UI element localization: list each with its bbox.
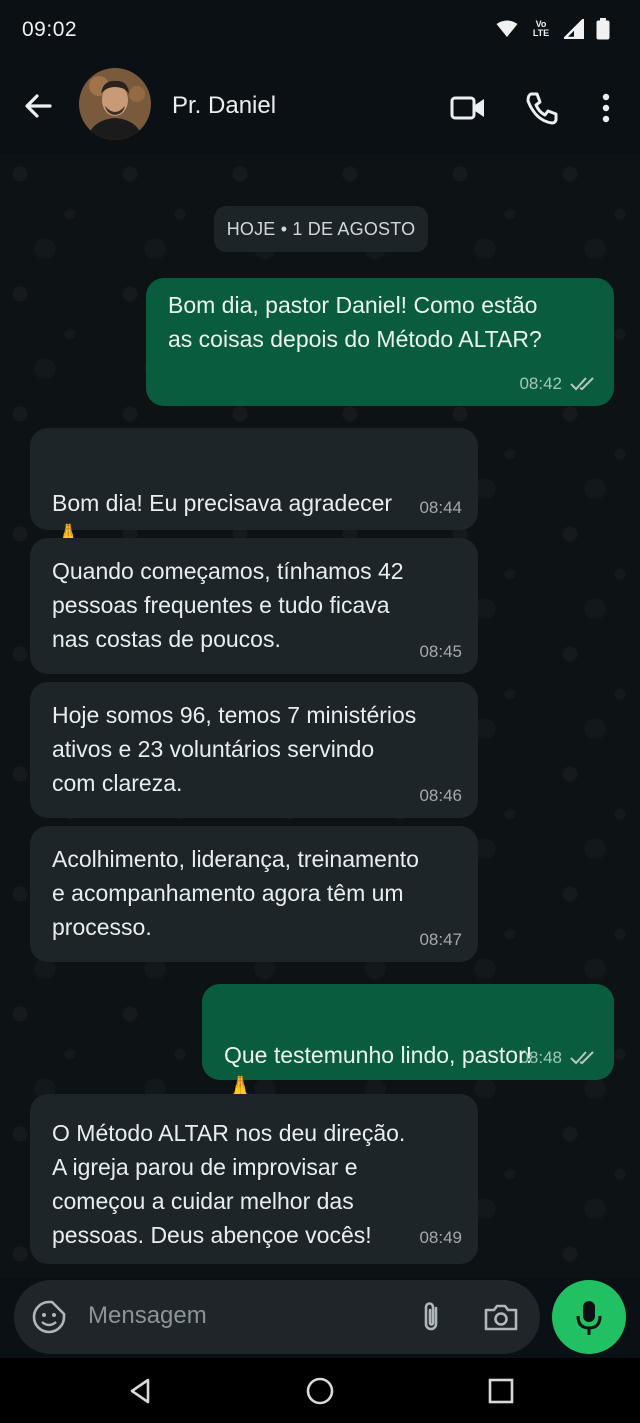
network-label: Vo LTE [532, 19, 550, 38]
sticker-icon[interactable] [30, 1298, 68, 1336]
message-meta: 08:44 [419, 498, 462, 518]
message-meta: 08:48 [519, 1048, 598, 1068]
message-bubble-outgoing[interactable]: Que testemunho lindo, pastor! 🙏 08:48 [202, 984, 614, 1104]
back-arrow-icon[interactable] [20, 88, 56, 124]
message-text: Bom dia! Eu precisava agradecer [52, 490, 393, 516]
message-meta: 08:47 [419, 930, 462, 950]
message-text: Que testemunho lindo, pastor! [224, 1042, 533, 1068]
wifi-icon [496, 20, 518, 37]
double-check-icon [570, 377, 594, 391]
message-time: 08:46 [419, 786, 462, 805]
avatar[interactable] [79, 68, 151, 140]
message-text: Bom dia, pastor Daniel! Como estão as co… [168, 292, 542, 352]
message-time: 08:47 [419, 930, 462, 949]
message-bubble-outgoing[interactable]: Bom dia, pastor Daniel! Como estão as co… [146, 278, 614, 406]
nav-recents-icon[interactable] [486, 1376, 516, 1406]
message-composer: Mensagem [14, 1280, 540, 1354]
message-meta: 08:45 [419, 642, 462, 662]
video-call-icon[interactable] [448, 88, 488, 128]
message-bubble-incoming[interactable]: Bom dia! Eu precisava agradecer 🙏 08:44 [30, 428, 478, 552]
message-text: O Método ALTAR nos deu direção. A igreja… [52, 1120, 406, 1248]
signal-icon [564, 19, 584, 39]
system-nav-bar [0, 1358, 640, 1423]
message-meta: 08:46 [419, 786, 462, 806]
paperclip-icon[interactable] [412, 1298, 450, 1336]
more-vert-icon[interactable] [586, 88, 626, 128]
chat-header: Pr. Daniel [0, 62, 640, 154]
date-divider: HOJE • 1 DE AGOSTO [214, 206, 428, 252]
status-time: 09:02 [22, 18, 78, 41]
message-bubble-incoming[interactable]: O Método ALTAR nos deu direção. A igreja… [30, 1094, 478, 1264]
message-text: Quando começamos, tínhamos 42 pessoas fr… [52, 558, 404, 652]
status-icons: Vo LTE [496, 18, 610, 40]
mic-button[interactable] [552, 1280, 626, 1354]
camera-icon[interactable] [482, 1298, 520, 1336]
message-bubble-incoming[interactable]: Hoje somos 96, temos 7 ministérios ativo… [30, 682, 478, 818]
message-meta: 08:42 [519, 374, 598, 394]
nav-home-icon[interactable] [305, 1376, 335, 1406]
message-input[interactable]: Mensagem [88, 1302, 207, 1330]
message-text: Hoje somos 96, temos 7 ministérios ativo… [52, 702, 417, 796]
message-time: 08:48 [519, 1048, 562, 1067]
status-bar: 09:02 Vo LTE [0, 0, 640, 62]
message-meta: 08:49 [419, 1228, 462, 1248]
message-text: Acolhimento, liderança, treinamento e ac… [52, 846, 419, 940]
message-time: 08:45 [419, 642, 462, 661]
message-time: 08:49 [419, 1228, 462, 1247]
message-bubble-incoming[interactable]: Acolhimento, liderança, treinamento e ac… [30, 826, 478, 962]
nav-back-icon[interactable] [126, 1376, 156, 1406]
double-check-icon [570, 1051, 594, 1065]
mic-icon [576, 1301, 602, 1335]
volte-lte-icon: Vo LTE [530, 20, 552, 38]
chat-messages[interactable]: HOJE • 1 DE AGOSTO Bom dia, pastor Danie… [0, 154, 640, 1278]
message-time: 08:44 [419, 498, 462, 517]
phone-icon[interactable] [522, 88, 562, 128]
message-bubble-incoming[interactable]: Quando começamos, tínhamos 42 pessoas fr… [30, 538, 478, 674]
contact-name[interactable]: Pr. Daniel [172, 92, 276, 120]
battery-icon [596, 18, 610, 40]
message-time: 08:42 [519, 374, 562, 393]
